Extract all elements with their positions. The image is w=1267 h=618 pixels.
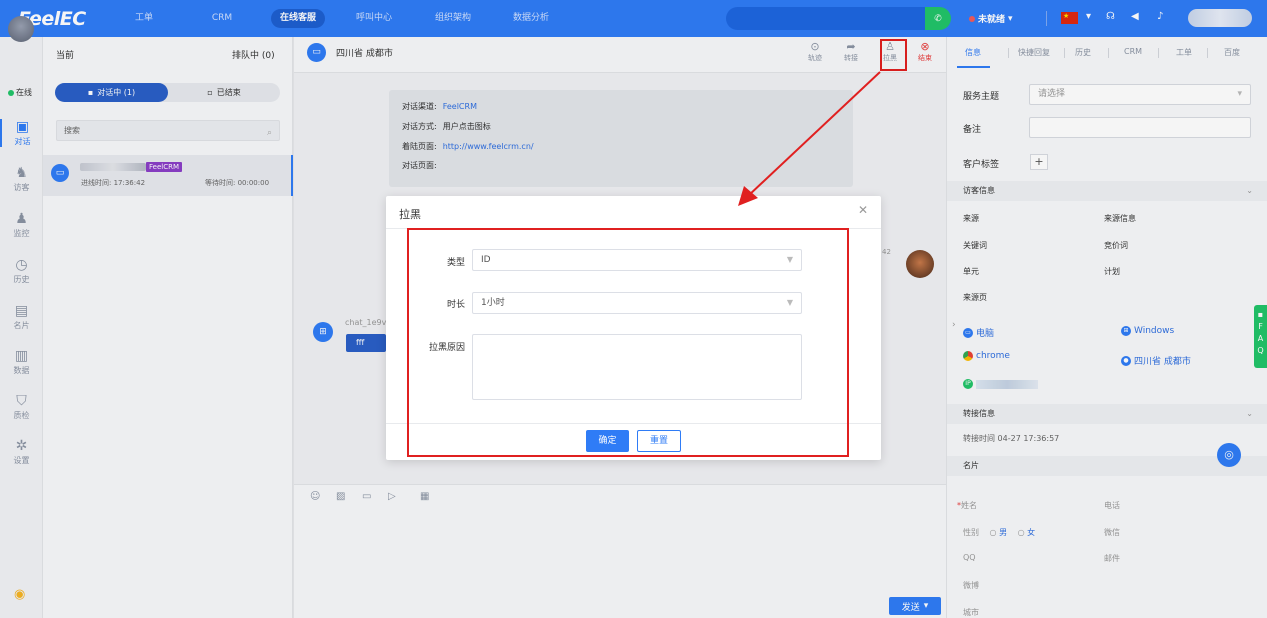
annotation-arrow <box>738 71 881 206</box>
dialog-title: 拉黑 <box>399 208 421 221</box>
highlight-box <box>407 228 849 457</box>
